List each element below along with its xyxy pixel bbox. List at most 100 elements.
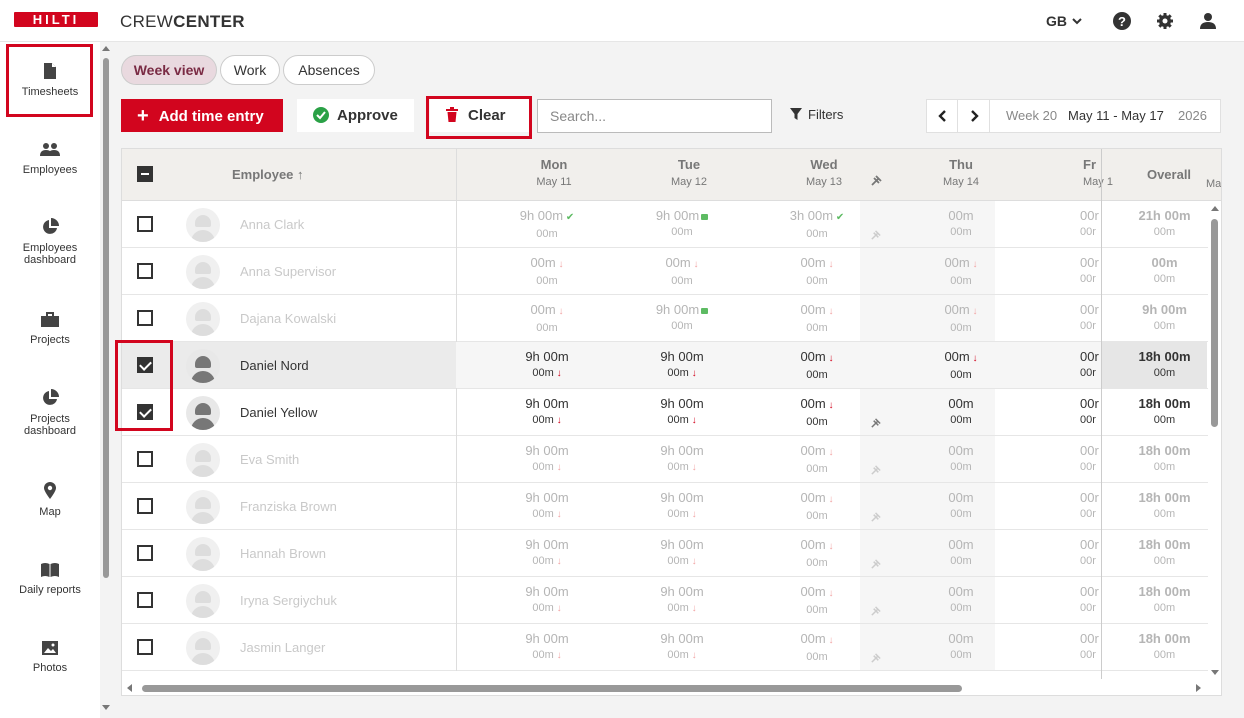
sidebar-item-projects[interactable]: Projects xyxy=(4,312,96,346)
employee-name[interactable]: Anna Clark xyxy=(240,217,304,232)
table-row[interactable]: Daniel Nord 9h 00m 00m ↓ 9h 00m 00m ↓ 00m ↓ 00… xyxy=(122,342,1221,389)
overall-cell[interactable]: 18h 00m 00m xyxy=(1122,490,1207,522)
row-checkbox[interactable] xyxy=(137,451,153,467)
scroll-left-icon[interactable] xyxy=(125,683,133,693)
overall-cell[interactable]: 18h 00m 00m xyxy=(1122,349,1207,381)
scroll-down-icon[interactable] xyxy=(1210,669,1220,677)
table-row[interactable]: Anna Clark 9h 00m ✔ 00m 9h 00m 00m 3h 00m ✔ 00… xyxy=(122,201,1221,248)
sidebar-item-daily-reports[interactable]: Daily reports xyxy=(4,562,96,596)
employee-name[interactable]: Iryna Sergiychuk xyxy=(240,593,337,608)
overall-cell[interactable]: 18h 00m 00m xyxy=(1122,443,1207,475)
search-input[interactable]: Search... xyxy=(537,99,772,133)
mon-cell[interactable]: 9h 00m ✔ 00m xyxy=(492,208,602,242)
tue-cell[interactable]: 9h 00m 00m ↓ xyxy=(627,349,737,382)
fri-cell[interactable]: 00r 00r xyxy=(1080,208,1110,240)
tue-cell[interactable]: 9h 00m 00m xyxy=(627,208,737,240)
overall-cell[interactable]: 00m 00m xyxy=(1122,255,1207,287)
scroll-up-icon[interactable] xyxy=(101,44,111,52)
sidebar-item-photos[interactable]: Photos xyxy=(4,640,96,674)
mon-cell[interactable]: 00m ↓ 00m xyxy=(492,302,602,336)
tue-cell[interactable]: 00m ↓ 00m xyxy=(627,255,737,289)
overall-cell[interactable]: 21h 00m 00m xyxy=(1122,208,1207,240)
filters-button[interactable]: Filters xyxy=(790,107,843,122)
grid-horizontal-scrollbar[interactable] xyxy=(122,679,1221,695)
fri-cell[interactable]: 00r 00r xyxy=(1080,631,1110,663)
fri-cell[interactable]: 00r 00r xyxy=(1080,302,1110,334)
overall-cell[interactable]: 9h 00m 00m xyxy=(1122,302,1207,334)
tue-cell[interactable]: 9h 00m 00m ↓ xyxy=(627,396,737,429)
employee-name[interactable]: Daniel Nord xyxy=(240,358,309,373)
table-row[interactable]: Hannah Brown 9h 00m 00m ↓ 9h 00m 00m ↓ 00m ↓ 0… xyxy=(122,530,1221,577)
wed-cell[interactable]: 00m ↓ 00m xyxy=(762,443,872,477)
sidebar-item-projects-dashboard[interactable]: Projects dashboard xyxy=(4,389,96,437)
mon-cell[interactable]: 9h 00m 00m ↓ xyxy=(492,631,602,664)
thu-cell[interactable]: 00m ↓ 00m xyxy=(901,302,1021,336)
sidebar-scroll-thumb[interactable] xyxy=(103,58,109,578)
tue-cell[interactable]: 9h 00m 00m ↓ xyxy=(627,631,737,664)
employee-name[interactable]: Eva Smith xyxy=(240,452,299,467)
country-selector[interactable]: GB xyxy=(1046,0,1083,42)
fri-cell[interactable]: 00r 00r xyxy=(1080,255,1110,287)
tab-week-view[interactable]: Week view xyxy=(121,55,217,85)
table-row[interactable]: Daniel Yellow 9h 00m 00m ↓ 9h 00m 00m ↓ 00m ↓… xyxy=(122,389,1221,436)
tue-cell[interactable]: 9h 00m 00m xyxy=(627,302,737,334)
row-checkbox[interactable] xyxy=(137,216,153,232)
wed-cell[interactable]: 00m ↓ 00m xyxy=(762,302,872,336)
wed-cell[interactable]: 00m ↓ 00m xyxy=(762,255,872,289)
wed-cell[interactable]: 00m ↓ 00m xyxy=(762,537,872,571)
table-row[interactable]: Iryna Sergiychuk 9h 00m 00m ↓ 9h 00m 00m ↓ 00… xyxy=(122,577,1221,624)
employee-column-header[interactable]: Employee ↑ xyxy=(232,167,304,182)
mon-cell[interactable]: 9h 00m 00m ↓ xyxy=(492,396,602,429)
row-checkbox[interactable] xyxy=(137,639,153,655)
fri-cell[interactable]: 00r 00r xyxy=(1080,349,1110,381)
row-checkbox[interactable] xyxy=(137,498,153,514)
fri-cell[interactable]: 00r 00r xyxy=(1080,490,1110,522)
employee-name[interactable]: Daniel Yellow xyxy=(240,405,317,420)
tue-cell[interactable]: 9h 00m 00m ↓ xyxy=(627,537,737,570)
overall-cell[interactable]: 18h 00m 00m xyxy=(1122,537,1207,569)
thu-cell[interactable]: 00m 00m xyxy=(901,631,1021,663)
scroll-down-icon[interactable] xyxy=(101,704,111,712)
overall-cell[interactable]: 18h 00m 00m xyxy=(1122,631,1207,663)
table-row[interactable]: Franziska Brown 9h 00m 00m ↓ 9h 00m 00m ↓ 00m… xyxy=(122,483,1221,530)
sidebar-item-map[interactable]: Map xyxy=(4,482,96,518)
mon-cell[interactable]: 9h 00m 00m ↓ xyxy=(492,584,602,617)
row-checkbox[interactable] xyxy=(137,263,153,279)
row-checkbox[interactable] xyxy=(137,592,153,608)
wed-cell[interactable]: 00m ↓ 00m xyxy=(762,396,872,430)
help-button[interactable]: ? xyxy=(1113,0,1131,42)
select-all-checkbox[interactable] xyxy=(137,166,153,182)
overall-cell[interactable]: 18h 00m 00m xyxy=(1122,584,1207,616)
tue-cell[interactable]: 9h 00m 00m ↓ xyxy=(627,443,737,476)
prev-week-button[interactable] xyxy=(927,100,958,132)
mon-cell[interactable]: 9h 00m 00m ↓ xyxy=(492,490,602,523)
employee-name[interactable]: Dajana Kowalski xyxy=(240,311,336,326)
sidebar-item-employees[interactable]: Employees xyxy=(4,142,96,176)
hilti-logo[interactable]: HILTI xyxy=(14,12,98,27)
mon-cell[interactable]: 9h 00m 00m ↓ xyxy=(492,443,602,476)
tue-cell[interactable]: 9h 00m 00m ↓ xyxy=(627,490,737,523)
overall-cell[interactable]: 18h 00m 00m xyxy=(1122,396,1207,428)
thu-cell[interactable]: 00m 00m xyxy=(901,490,1021,522)
thu-cell[interactable]: 00m 00m xyxy=(901,584,1021,616)
wed-cell[interactable]: 00m ↓ 00m xyxy=(762,631,872,665)
grid-vertical-thumb[interactable] xyxy=(1211,219,1218,427)
employee-name[interactable]: Hannah Brown xyxy=(240,546,326,561)
thu-cell[interactable]: 00m ↓ 00m xyxy=(901,255,1021,289)
wed-cell[interactable]: 00m ↓ 00m xyxy=(762,349,872,383)
tue-cell[interactable]: 9h 00m 00m ↓ xyxy=(627,584,737,617)
table-row[interactable]: Jasmin Langer 9h 00m 00m ↓ 9h 00m 00m ↓ 00m ↓… xyxy=(122,624,1221,671)
fri-cell[interactable]: 00r 00r xyxy=(1080,396,1110,428)
next-week-button[interactable] xyxy=(959,100,990,132)
mon-cell[interactable]: 9h 00m 00m ↓ xyxy=(492,349,602,382)
user-button[interactable] xyxy=(1199,0,1217,42)
table-row[interactable]: Dajana Kowalski 00m ↓ 00m 9h 00m 00m 00m ↓ 00m… xyxy=(122,295,1221,342)
wed-cell[interactable]: 00m ↓ 00m xyxy=(762,490,872,524)
thu-cell[interactable]: 00m 00m xyxy=(901,208,1021,240)
employee-name[interactable]: Franziska Brown xyxy=(240,499,337,514)
thu-cell[interactable]: 00m 00m xyxy=(901,443,1021,475)
thu-cell[interactable]: 00m 00m xyxy=(901,537,1021,569)
fri-cell[interactable]: 00r 00r xyxy=(1080,584,1110,616)
thu-cell[interactable]: 00m 00m xyxy=(901,396,1021,428)
mon-cell[interactable]: 00m ↓ 00m xyxy=(492,255,602,289)
